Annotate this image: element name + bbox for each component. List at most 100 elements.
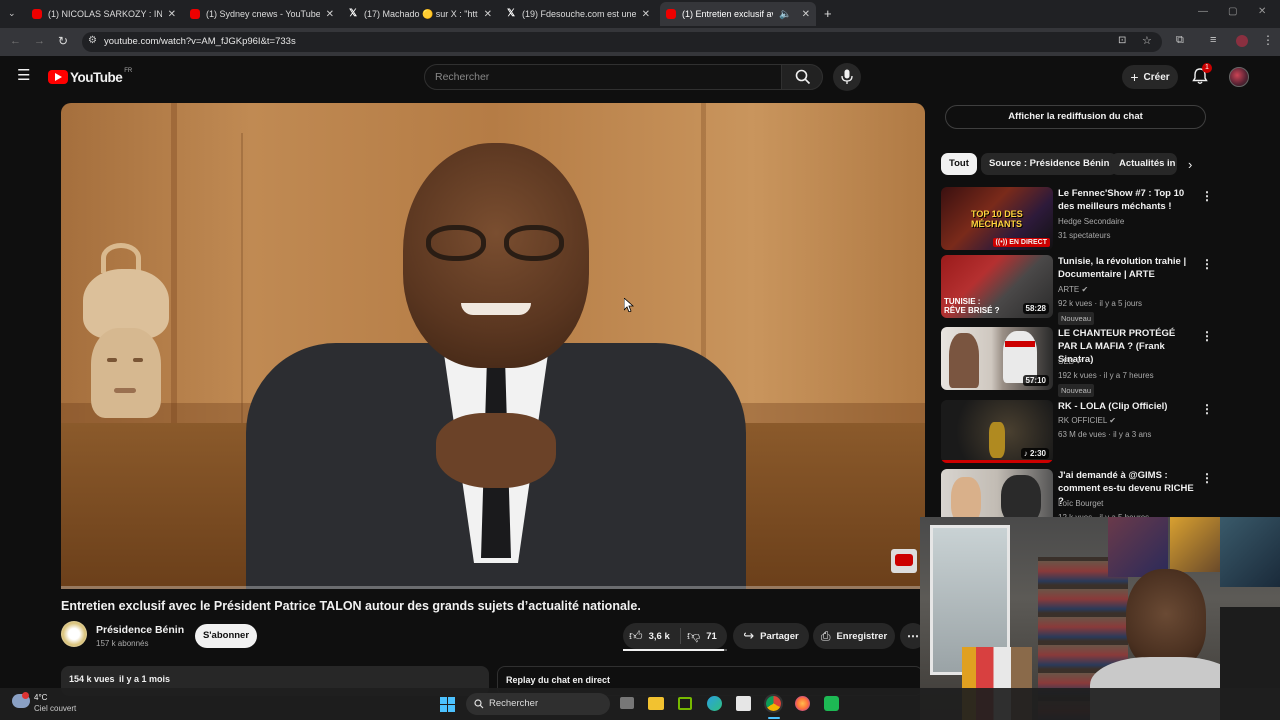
address-bar: ← → ↻ ⚙ youtube.com/watch?v=AM_fJGKp96I&… — [0, 28, 1280, 56]
live-badge: ((•)) EN DIRECT — [992, 238, 1050, 247]
close-icon[interactable]: ✕ — [326, 9, 334, 20]
webcam-poster — [1108, 517, 1168, 577]
youtube-play-icon — [48, 70, 68, 84]
x-icon: 𝕏 — [348, 8, 358, 19]
save-button[interactable]: ⎙ Enregistrer — [813, 623, 895, 649]
close-icon[interactable]: ✕ — [168, 9, 176, 20]
chip-all[interactable]: Tout — [941, 153, 977, 175]
video-thumbnail[interactable]: TUNISIE : RÊVE BRISÉ ? 58:28 — [941, 255, 1053, 318]
bookmark-star-icon[interactable]: ☆ — [1142, 34, 1152, 47]
share-button[interactable]: ↪ Partager — [733, 623, 809, 649]
close-window-icon[interactable]: ✕ — [1258, 6, 1266, 17]
browser-tab-5-active[interactable]: (1) Entretien exclusif avec le 🔈 ✕ — [660, 2, 816, 26]
browser-tab-3[interactable]: 𝕏 (17) Machado 🟡 sur X : "https: ✕ — [342, 2, 498, 26]
rec-meta: 192 k vues · il y a 7 heures — [1058, 371, 1154, 380]
rec-channel[interactable]: Hedge Secondaire — [1058, 217, 1124, 226]
channel-avatar[interactable] — [61, 621, 87, 647]
more-options-icon[interactable]: ⋮ — [1201, 189, 1213, 203]
video-thumbnail[interactable]: ♪ 2:30 — [941, 400, 1053, 463]
chip-source[interactable]: Source : Présidence Bénin — [981, 153, 1118, 175]
rec-channel[interactable]: Loïc Bourget — [1058, 499, 1103, 508]
subscribe-button[interactable]: S'abonner — [195, 624, 257, 648]
chrome-icon[interactable] — [766, 696, 781, 711]
recommended-video[interactable]: 57:10 LE CHANTEUR PROTÉGÉ PAR LA MAFIA ?… — [941, 327, 1213, 397]
logo-text: YouTube — [70, 69, 123, 85]
weather-widget[interactable]: 4°C Ciel couvert — [12, 692, 102, 716]
recommended-video[interactable]: ♪ 2:30 RK - LOLA (Clip Officiel) RK OFFI… — [941, 400, 1213, 464]
url-text: youtube.com/watch?v=AM_fJGKp96I&t=733s — [104, 36, 296, 47]
more-options-icon[interactable]: ⋮ — [1201, 402, 1213, 416]
maximize-icon[interactable]: ▢ — [1228, 6, 1237, 17]
file-explorer-icon[interactable] — [648, 697, 664, 710]
recommended-video[interactable]: TUNISIE : RÊVE BRISÉ ? 58:28 Tunisie, la… — [941, 255, 1213, 325]
like-button[interactable]: 👍︎ 3,6 k — [629, 623, 670, 649]
extensions-icon[interactable]: ⧉ — [1176, 34, 1184, 47]
chip-news[interactable]: Actualités in — [1111, 153, 1177, 175]
media-icon[interactable]: ≡ — [1210, 34, 1216, 46]
windows-start-icon[interactable] — [440, 697, 455, 712]
search-input[interactable]: Rechercher — [424, 64, 782, 90]
channel-name[interactable]: Présidence Bénin — [96, 624, 184, 636]
menu-icon[interactable]: ☰ — [17, 68, 30, 83]
avatar[interactable] — [1229, 67, 1249, 87]
install-icon[interactable]: ⊡ — [1118, 35, 1126, 46]
more-options-icon[interactable]: ⋮ — [1201, 471, 1213, 485]
edge-icon[interactable] — [707, 696, 722, 711]
create-button[interactable]: + Créer — [1122, 65, 1178, 89]
more-options-icon[interactable]: ⋮ — [1201, 329, 1213, 343]
rec-channel[interactable]: ARTE ✔ — [1058, 285, 1088, 294]
webcam-poster — [1220, 517, 1280, 587]
site-info-icon[interactable]: ⚙ — [88, 35, 97, 46]
video-player[interactable] — [61, 103, 925, 589]
store-icon[interactable] — [736, 696, 751, 711]
close-icon[interactable]: ✕ — [802, 9, 810, 20]
video-thumbnail[interactable]: TOP 10 DES MÉCHANTS ((•)) EN DIRECT — [941, 187, 1053, 250]
speaker-icon[interactable]: 🔈 — [779, 9, 791, 20]
more-options-icon[interactable]: ⋮ — [1201, 257, 1213, 271]
tab-search-icon[interactable]: ⌄ — [8, 8, 16, 19]
url-field[interactable]: ⚙ youtube.com/watch?v=AM_fJGKp96I&t=733s… — [82, 32, 1162, 52]
app-icon[interactable] — [824, 696, 839, 711]
recommended-video[interactable]: TOP 10 DES MÉCHANTS ((•)) EN DIRECT Le F… — [941, 187, 1213, 251]
minimize-icon[interactable]: — — [1198, 6, 1208, 17]
thumbnail-figure — [989, 422, 1005, 458]
channel-watermark-icon[interactable] — [891, 549, 917, 573]
back-icon[interactable]: ← — [10, 35, 21, 47]
video-thumbnail[interactable]: 57:10 — [941, 327, 1053, 390]
tab-title: (1) NICOLAS SARKOZY : INTERV — [48, 9, 162, 19]
nvidia-icon[interactable] — [678, 697, 692, 710]
forward-icon[interactable]: → — [34, 35, 45, 47]
rec-channel-name: RK OFFICIEL — [1058, 416, 1108, 425]
reload-icon[interactable]: ↻ — [58, 34, 68, 48]
search-placeholder: Rechercher — [435, 71, 490, 83]
dislike-button[interactable]: 👎︎ 71 — [687, 623, 717, 649]
profile-icon[interactable] — [1236, 35, 1248, 47]
speaker-figure — [246, 143, 746, 589]
voice-search-button[interactable] — [833, 63, 861, 91]
new-tab-icon[interactable]: + — [824, 6, 832, 21]
firefox-icon[interactable] — [795, 696, 810, 711]
browser-tab-1[interactable]: (1) NICOLAS SARKOZY : INTERV ✕ — [26, 2, 182, 26]
close-icon[interactable]: ✕ — [642, 9, 650, 20]
subscriber-count: 157 k abonnés — [96, 639, 149, 648]
progress-bar[interactable] — [61, 586, 925, 589]
browser-tab-2[interactable]: (1) Sydney cnews - YouTube ✕ — [184, 2, 340, 26]
taskbar-search[interactable]: Rechercher — [466, 693, 610, 715]
task-view-icon[interactable] — [620, 697, 634, 709]
rec-title[interactable]: Tunisie, la révolution trahie | Document… — [1058, 255, 1196, 281]
rec-channel[interactable]: SEB ✔ — [1058, 357, 1083, 366]
chevron-right-icon[interactable]: › — [1188, 157, 1192, 172]
rec-channel[interactable]: RK OFFICIEL ✔ — [1058, 416, 1116, 425]
rec-title[interactable]: Le Fennec'Show #7 : Top 10 des meilleurs… — [1058, 187, 1196, 213]
taskbar-search-label: Rechercher — [489, 698, 539, 709]
verified-icon: ✔ — [1081, 285, 1089, 294]
notifications-button[interactable]: 1 — [1192, 63, 1212, 88]
browser-menu-icon[interactable]: ⋮ — [1262, 33, 1274, 47]
close-icon[interactable]: ✕ — [484, 9, 492, 20]
youtube-logo[interactable]: YouTube FR — [48, 68, 132, 85]
browser-tab-4[interactable]: 𝕏 (19) Fdesouche.com est une re ✕ — [500, 2, 656, 26]
rec-title[interactable]: RK - LOLA (Clip Officiel) — [1058, 400, 1196, 413]
dislike-count: 71 — [706, 630, 717, 642]
search-button[interactable] — [781, 64, 823, 90]
show-chat-replay-button[interactable]: Afficher la rediffusion du chat — [945, 105, 1206, 129]
